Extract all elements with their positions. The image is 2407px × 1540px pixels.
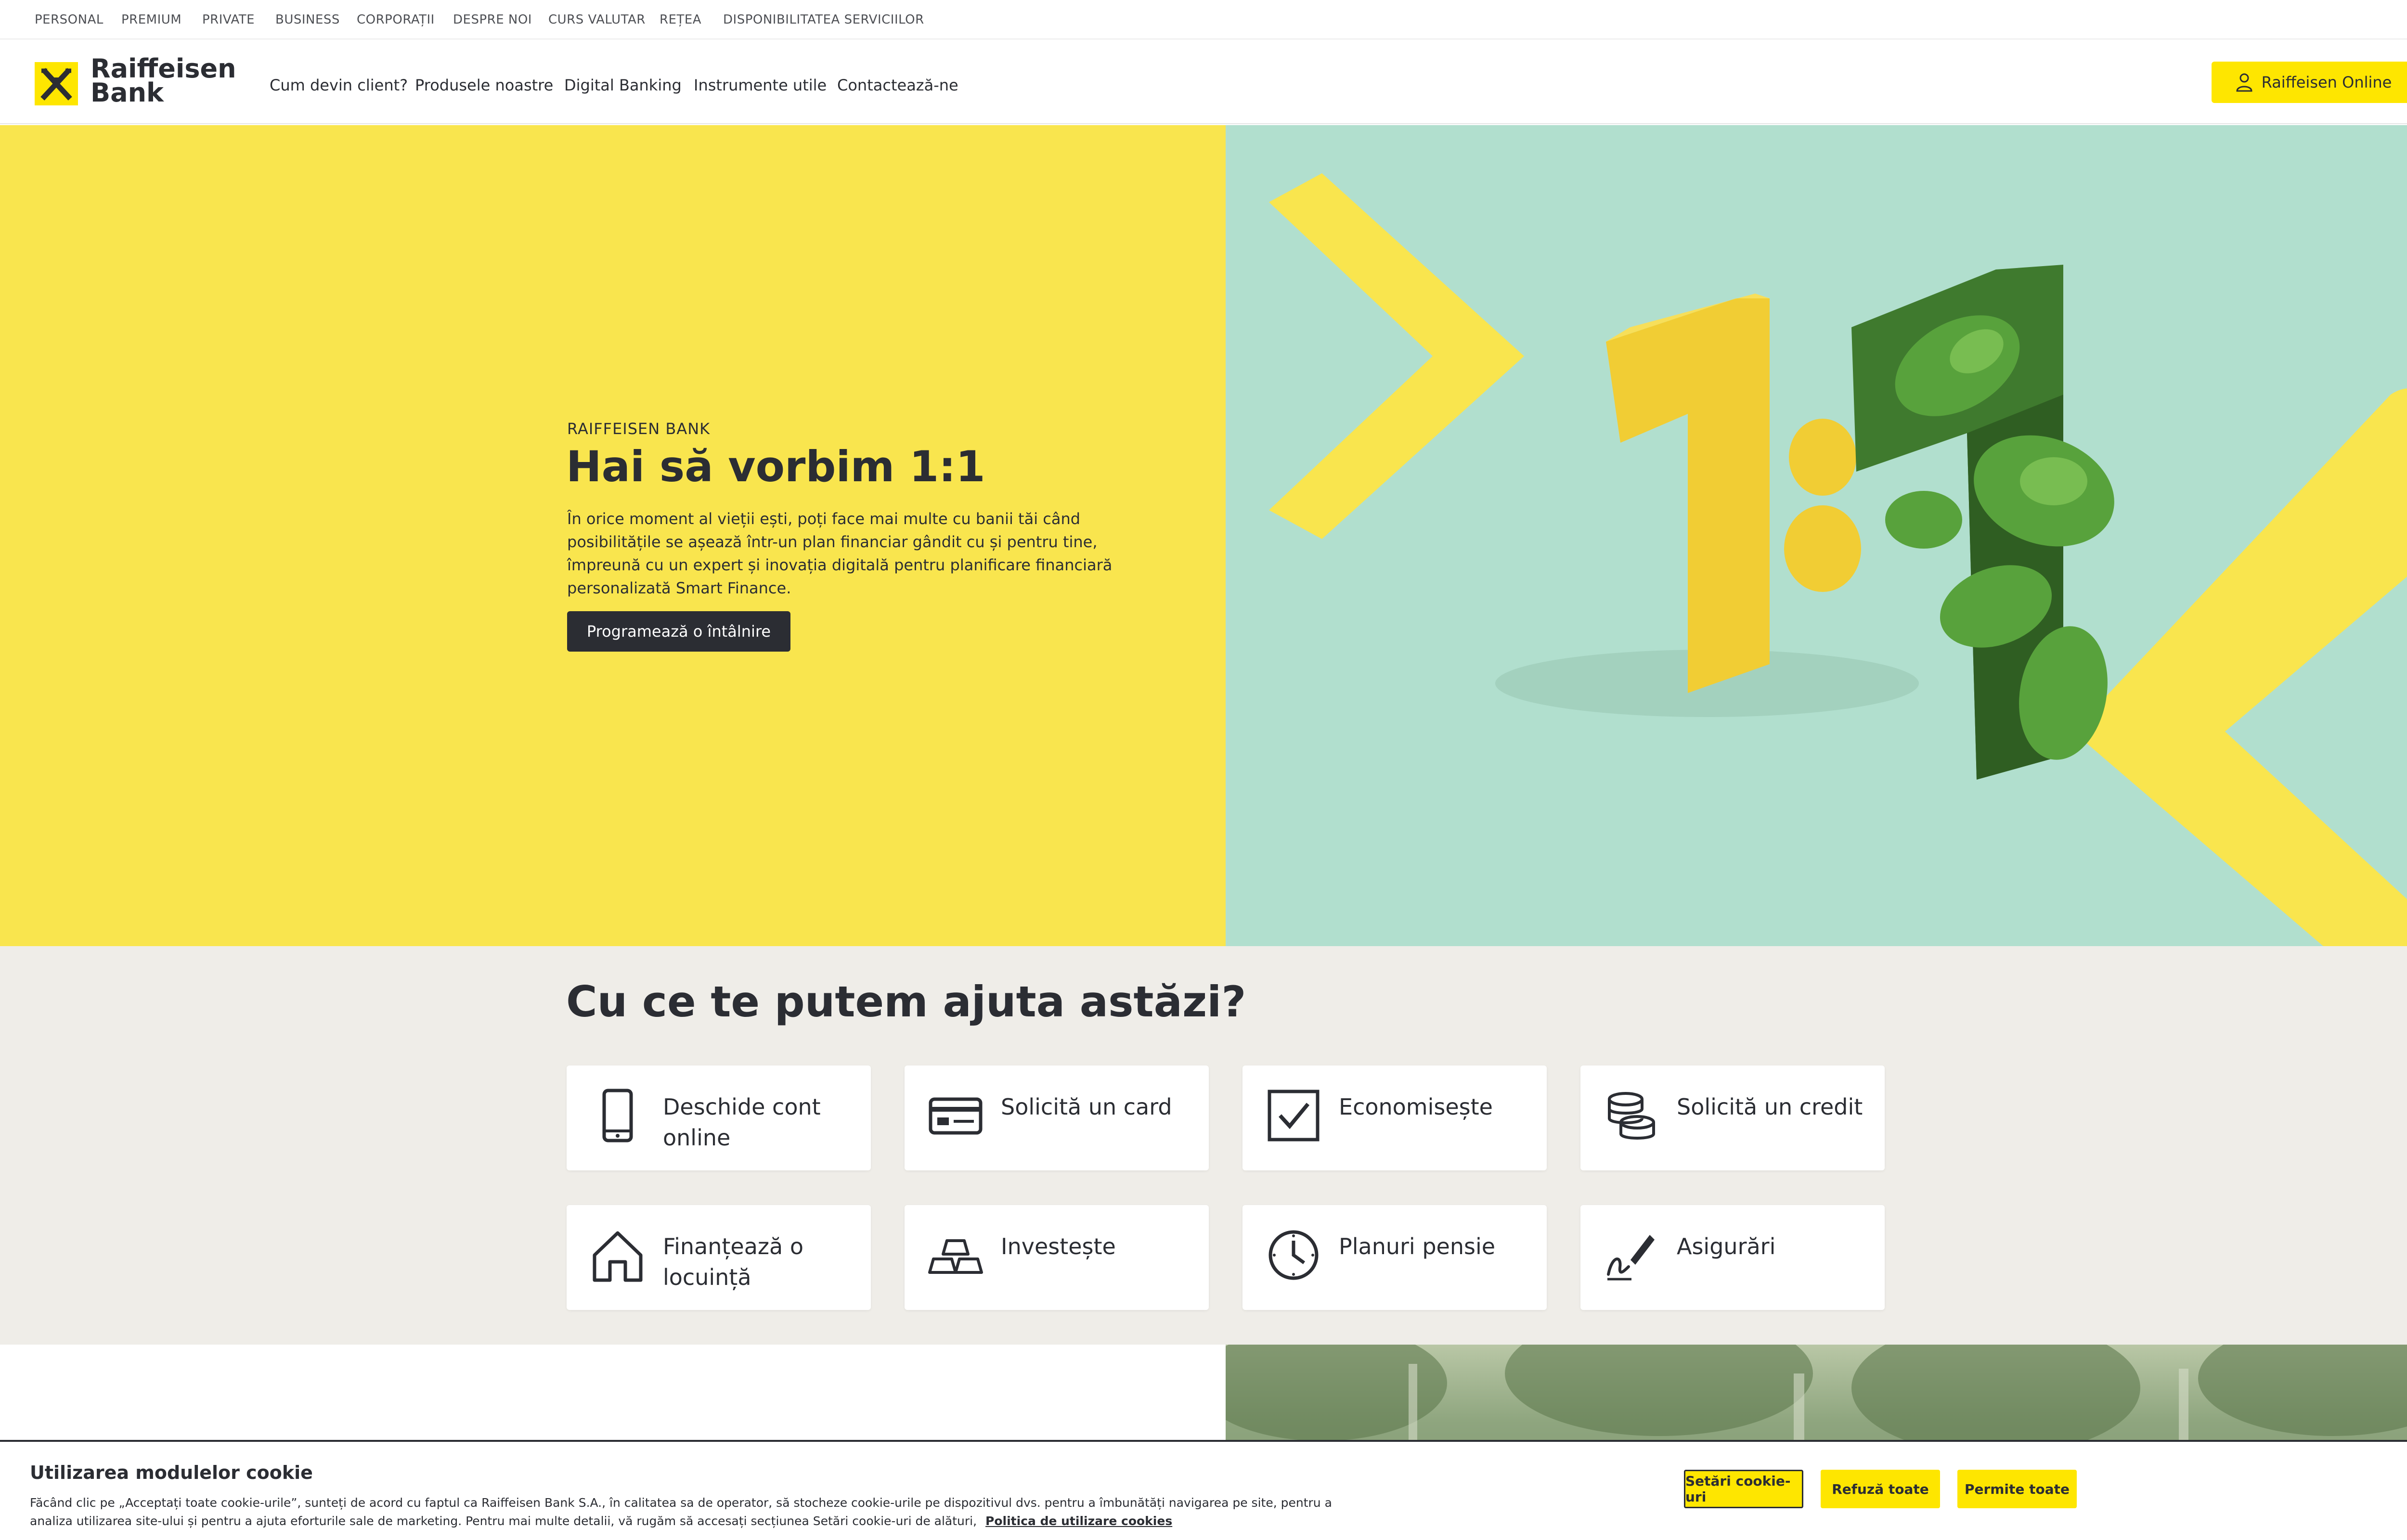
raiffeisen-logo-icon[interactable] — [35, 62, 78, 105]
one-left-shape — [1606, 298, 1770, 693]
logo-line-2: Bank — [91, 77, 164, 108]
logo-wordmark[interactable]: Raiffeisen Bank — [91, 56, 236, 108]
checkbox-icon — [1268, 1090, 1320, 1142]
cookie-policy-link[interactable]: Politica de utilizare cookies — [985, 1514, 1172, 1528]
gold-bars-icon — [928, 1239, 983, 1274]
nav-instrumente-utile[interactable]: Instrumente utile — [694, 76, 827, 94]
tile-planuri-pensie[interactable]: Planuri pensie — [1242, 1205, 1547, 1310]
hero-title: Hai să vorbim 1:1 — [566, 442, 985, 491]
card-icon — [929, 1097, 983, 1135]
colon-dot-top — [1789, 419, 1856, 496]
nav-produsele-noastre[interactable]: Produsele noastre — [415, 76, 553, 94]
phone-icon — [602, 1089, 633, 1142]
tile-label: Investește — [1001, 1233, 1116, 1259]
user-icon — [2236, 73, 2252, 92]
top-nav-personal[interactable]: PERSONAL — [35, 13, 104, 27]
crossed-gables-icon — [35, 62, 78, 105]
cookie-title: Utilizarea modulelor cookie — [30, 1462, 313, 1483]
hero-image-panel — [1226, 125, 2407, 946]
raiffeisen-online-button[interactable]: Raiffeisen Online — [2212, 62, 2407, 103]
tile-solicita-card[interactable]: Solicită un card — [905, 1065, 1209, 1170]
top-nav-premium[interactable]: PREMIUM — [121, 13, 181, 27]
top-nav-disponibilitate[interactable]: DISPONIBILITATEA SERVICIILOR — [723, 13, 924, 27]
house-icon — [593, 1231, 643, 1282]
clock-icon — [1268, 1230, 1319, 1280]
raiffeisen-online-label: Raiffeisen Online — [2261, 73, 2392, 91]
top-nav-private[interactable]: PRIVATE — [202, 13, 255, 27]
main-header: Raiffeisen Bank Cum devin client? Produs… — [0, 40, 2407, 124]
signature-icon — [1607, 1235, 1655, 1281]
top-utility-bar: PERSONAL PREMIUM PRIVATE BUSINESS CORPOR… — [0, 0, 2407, 39]
tile-label: Planuri pensie — [1339, 1233, 1496, 1259]
tile-label: Solicită un card — [1001, 1094, 1172, 1120]
tile-label: Finanțează o locuință — [663, 1233, 804, 1290]
hero-description: În orice moment al vieții ești, poți fac… — [567, 510, 1113, 597]
top-nav-despre-noi[interactable]: DESPRE NOI — [453, 13, 532, 27]
tile-solicita-credit[interactable]: Solicită un credit — [1580, 1065, 1885, 1170]
hero-eyebrow: RAIFFEISEN BANK — [567, 420, 711, 438]
top-nav-business[interactable]: BUSINESS — [275, 13, 340, 27]
colon-dot-bottom — [1784, 505, 1861, 592]
tile-economiseste[interactable]: Economisește — [1242, 1065, 1547, 1170]
hero-illustration — [1269, 173, 2407, 946]
chevron-shape-right — [2073, 388, 2407, 946]
cookie-banner: Utilizarea modulelor cookie Făcând clic … — [0, 1440, 2407, 1540]
tile-label: Solicită un credit — [1677, 1094, 1863, 1120]
allow-all-button[interactable]: Permite toate — [1957, 1470, 2077, 1508]
tile-label: Asigurări — [1677, 1233, 1776, 1259]
nav-contacteaza-ne[interactable]: Contactează-ne — [837, 76, 958, 94]
tile-investeste[interactable]: Investește — [905, 1205, 1209, 1310]
chevron-shape-left — [1269, 173, 1524, 539]
tile-asigurari[interactable]: Asigurări — [1580, 1205, 1885, 1310]
tile-label: Deschide cont online — [663, 1094, 821, 1151]
tile-finanteaza-locuinta[interactable]: Finanțează o locuință — [567, 1205, 871, 1310]
tile-label: Economisește — [1339, 1094, 1493, 1120]
top-nav-corporatii[interactable]: CORPORAȚII — [357, 13, 435, 27]
coins-icon — [1608, 1092, 1655, 1140]
nav-digital-banking[interactable]: Digital Banking — [564, 76, 682, 94]
tile-deschide-cont[interactable]: Deschide cont online — [567, 1065, 871, 1170]
schedule-meeting-button[interactable]: Programează o întâlnire — [567, 611, 790, 652]
cookie-text-block: Făcând clic pe „Acceptați toate cookie-u… — [30, 1494, 1359, 1530]
refuse-all-button[interactable]: Refuză toate — [1821, 1470, 1940, 1508]
cookie-settings-button[interactable]: Setări cookie-uri — [1684, 1470, 1803, 1508]
nav-cum-devin-client[interactable]: Cum devin client? — [270, 76, 408, 94]
top-nav-curs-valutar[interactable]: CURS VALUTAR — [548, 13, 646, 27]
help-title: Cu ce te putem ajuta astăzi? — [566, 977, 1246, 1027]
top-nav-retea[interactable]: REȚEA — [660, 13, 701, 27]
